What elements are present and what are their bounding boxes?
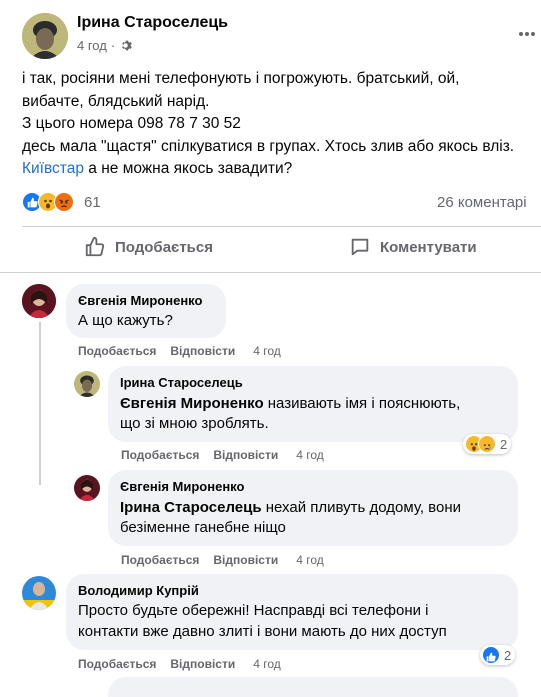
comment-time[interactable]: 4 год [253,344,281,358]
portrait-avatar-icon [74,475,100,501]
comment-bubble-icon [351,238,369,256]
thumbs-up-icon [85,236,105,257]
avatar[interactable] [22,284,56,318]
like-button[interactable]: Подобається [84,236,213,258]
comment-like-button[interactable]: Подобається [121,448,199,462]
comments-count[interactable]: 26 коментарі [437,194,527,211]
comment-reactions[interactable]: 2 [463,434,512,454]
gear-icon[interactable] [119,39,133,52]
comment-actions: Подобається Відповісти 4 год [121,553,338,567]
comment-text: безіменне ганебне ніщо [120,519,286,536]
comment-text: Ірина Староселець нехай пливуть додому, … [120,498,461,518]
mention-link[interactable]: Ірина Староселець [120,499,262,516]
post-line: і так, росіяни мені телефонують і погрож… [22,70,460,87]
comment-text: Євгенія Мироненко називають імя і поясню… [120,394,460,414]
thread-line [39,322,41,442]
more-dots-icon[interactable] [517,24,537,44]
like-label: Подобається [115,238,213,256]
post-line: З цього номера 098 78 7 30 52 [22,115,241,132]
portrait-avatar-icon [22,13,68,59]
avatar[interactable] [74,475,100,501]
comment-author[interactable]: Євгенія Мироненко [120,479,244,494]
comment-bubble: Євгенія Мироненко А що кажуть? [66,284,226,338]
comment-bubble: Ірина Староселець Євгенія Мироненко нази… [108,366,518,442]
comment-text-part: називають імя і пояснюють, [263,395,461,412]
reaction-count: 2 [500,436,508,452]
post-author[interactable]: Ірина Староселець [77,14,228,32]
comment-text: що зі мною зроблять. [120,415,269,432]
comment-time[interactable]: 4 год [296,448,324,462]
comment-reply-button[interactable]: Відповісти [213,553,278,567]
comment-author[interactable]: Євгенія Мироненко [78,293,202,308]
comment-bubble: Володимир Купрій Просто будьте обережні!… [66,574,518,650]
comment-text: А що кажуть? [78,312,173,329]
reaction-count[interactable]: 61 [84,194,101,211]
portrait-avatar-icon [22,284,56,318]
mention-link[interactable]: Київстар [22,160,84,177]
comment-reply-button[interactable]: Відповісти [170,657,235,671]
comment-label: Коментувати [380,238,477,256]
avatar[interactable] [22,576,56,610]
portrait-avatar-icon [22,576,56,610]
thread-line [39,440,41,485]
comment-reply-button[interactable]: Відповісти [170,344,235,358]
comment-author[interactable]: Ірина Староселець [120,375,243,390]
comment-button[interactable]: Коментувати [349,236,477,258]
comment-time[interactable]: 4 год [296,553,324,567]
comment-bubble [108,677,518,697]
post-line: вибачте, блядський нарід. [22,92,210,110]
like-reaction-icon [482,646,500,664]
comment-actions: Подобається Відповісти 4 год [78,344,295,358]
comment-time[interactable]: 4 год [253,657,281,671]
comment-like-button[interactable]: Подобається [78,657,156,671]
comment-like-button[interactable]: Подобається [121,553,199,567]
reaction-count: 2 [504,647,512,663]
comment-text-part: нехай пливуть додому, вони [261,499,461,516]
comment-text: контакти вже давно злиті і вони мають до… [78,623,447,640]
comment-author[interactable]: Володимир Купрій [78,583,199,598]
angry-reaction-icon [54,192,74,212]
author-avatar[interactable] [22,13,68,59]
comment-like-button[interactable]: Подобається [78,344,156,358]
meta-separator: · [110,38,116,53]
comment-reply-button[interactable]: Відповісти [213,448,278,462]
divider [22,226,541,227]
post-meta: 4 год · [77,38,133,53]
comment-actions: Подобається Відповісти 4 год [121,448,338,462]
avatar[interactable] [74,371,100,397]
divider [0,272,541,273]
post-line: десь мала "щастя" спілкуватися в групах.… [22,137,515,155]
comment-bubble: Євгенія Мироненко Ірина Староселець неха… [108,470,518,546]
post-body: і так, росіяни мені телефонують і погрож… [22,68,514,181]
reaction-summary[interactable]: 61 [22,192,101,212]
comment-reactions[interactable]: 2 [480,645,516,665]
post-line: Київстар а не можна якось завадити? [22,158,514,181]
portrait-avatar-icon [74,371,100,397]
post-time[interactable]: 4 год [77,38,107,53]
comment-text: Просто будьте обережні! Насправді всі те… [78,602,429,619]
post-line-rest: а не можна якось завадити? [83,160,293,177]
sad-reaction-icon [478,435,496,453]
mention-link[interactable]: Євгенія Мироненко [120,395,264,412]
comment-actions: Подобається Відповісти 4 год [78,657,295,671]
